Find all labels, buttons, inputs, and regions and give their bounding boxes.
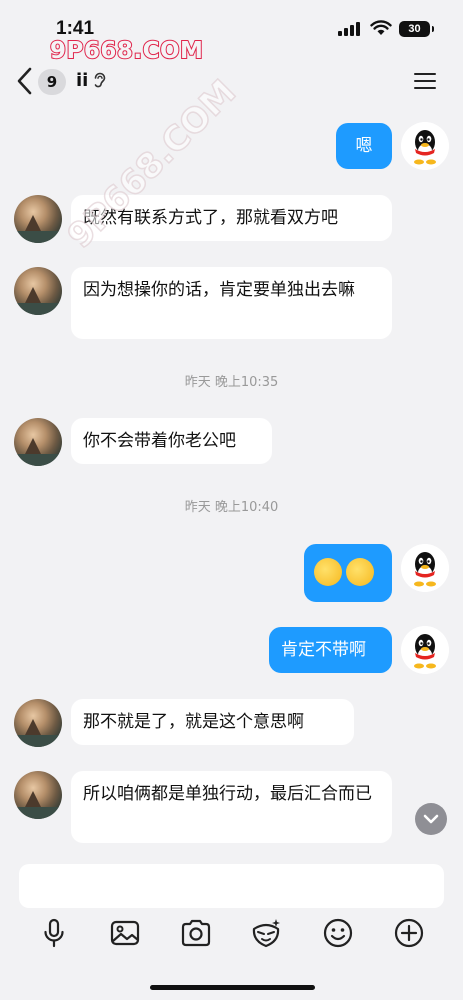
microphone-icon[interactable]	[36, 915, 72, 951]
contact-avatar[interactable]	[14, 699, 62, 747]
message-input[interactable]	[19, 864, 444, 908]
laughing-crying-emoji-icon	[346, 558, 374, 586]
message-bubble-incoming[interactable]: 所以咱俩都是单独行动，最后汇合而已	[71, 771, 392, 843]
message-timestamp: 昨天 晚上10:40	[184, 500, 279, 515]
earpiece-mode-icon	[94, 72, 106, 88]
unread-count-badge[interactable]: 9	[38, 69, 66, 95]
message-bubble-incoming[interactable]: 你不会带着你老公吧	[71, 418, 272, 464]
user-avatar-penguin-icon[interactable]	[401, 122, 449, 170]
message-timestamp: 昨天 晚上10:35	[184, 375, 279, 390]
message-bubble-outgoing-emoji[interactable]	[304, 544, 392, 602]
message-bubble-outgoing[interactable]: 嗯	[336, 123, 392, 169]
status-time: 1:41	[56, 18, 95, 39]
image-icon[interactable]	[107, 915, 143, 951]
menu-icon[interactable]	[414, 71, 438, 91]
message-bubble-incoming[interactable]: 那不就是了，就是这个意思啊	[71, 699, 354, 745]
user-avatar-penguin-icon[interactable]	[401, 626, 449, 674]
back-chevron-icon[interactable]	[14, 66, 36, 96]
message-bubble-incoming[interactable]: 既然有联系方式了，那就看双方吧	[71, 195, 392, 241]
contact-avatar[interactable]	[14, 771, 62, 819]
scroll-to-bottom-button[interactable]	[415, 803, 447, 835]
chat-header: 9 ii	[0, 60, 463, 104]
contact-avatar[interactable]	[14, 195, 62, 243]
chevron-down-icon	[423, 814, 439, 824]
user-avatar-penguin-icon[interactable]	[401, 544, 449, 592]
message-bubble-outgoing[interactable]: 肯定不带啊	[269, 627, 392, 673]
home-indicator[interactable]	[150, 985, 315, 990]
message-bubble-incoming[interactable]: 因为想操你的话，肯定要单独出去嘛	[71, 267, 392, 339]
contact-name[interactable]: ii	[76, 70, 88, 91]
cellular-signal-icon	[338, 22, 362, 36]
camera-icon[interactable]	[178, 915, 214, 951]
plus-icon[interactable]	[391, 915, 427, 951]
sticker-icon[interactable]	[248, 915, 284, 951]
laughing-crying-emoji-icon	[314, 558, 342, 586]
emoji-icon[interactable]	[320, 915, 356, 951]
battery-indicator: 30	[399, 21, 434, 37]
contact-avatar[interactable]	[14, 418, 62, 466]
wifi-icon	[370, 20, 392, 35]
composer	[0, 855, 463, 1000]
contact-avatar[interactable]	[14, 267, 62, 315]
